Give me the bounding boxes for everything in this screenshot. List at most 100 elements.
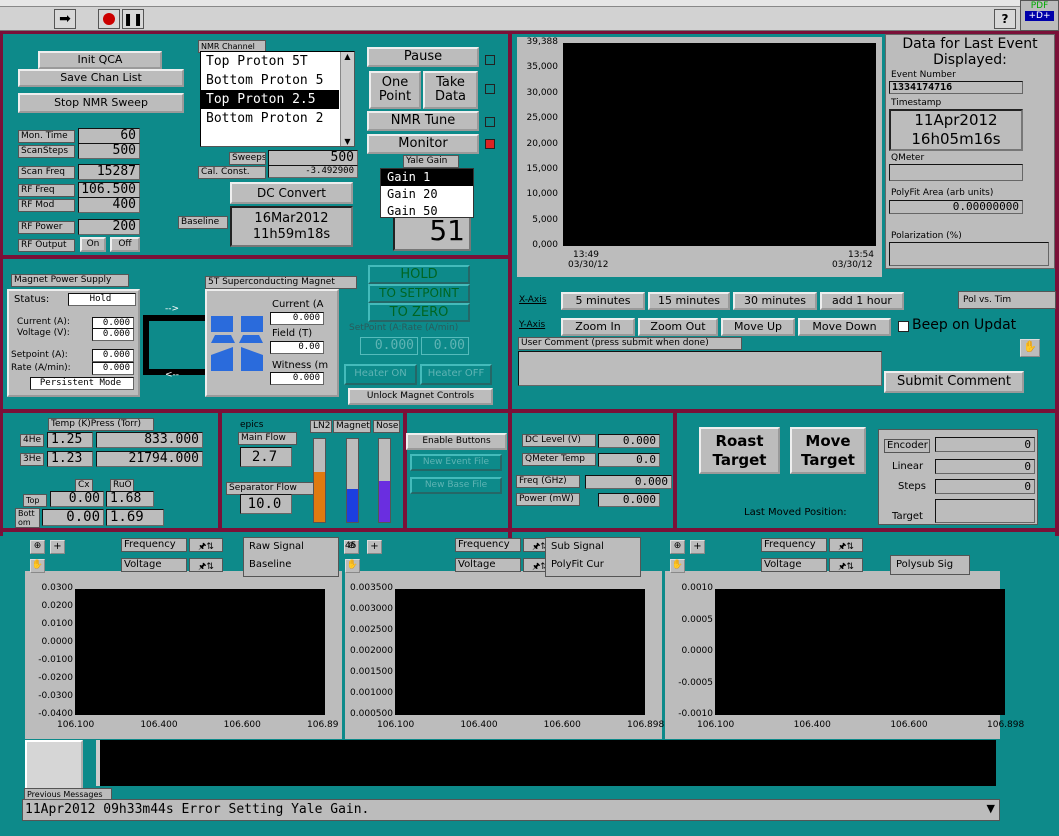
pan-hand-icon[interactable]: ✋ — [670, 559, 685, 573]
nmr-channel-item[interactable]: Bottom Proton 2 — [201, 109, 339, 128]
nmr-tune-button[interactable]: NMR Tune — [367, 111, 479, 131]
stop-button[interactable] — [98, 9, 120, 29]
plot-y-tick: 0.001500 — [350, 667, 393, 677]
beep-checkbox[interactable] — [898, 321, 909, 332]
nmr-channel-item[interactable]: Top Proton 2.5 — [201, 90, 339, 109]
message-field[interactable]: 11Apr2012 09h33m44s Error Setting Yale G… — [22, 799, 1000, 821]
rf-off-button[interactable]: Off — [110, 237, 140, 252]
zoom-in-button[interactable]: Zoom In — [561, 318, 635, 336]
baseline-time: 11h59m18s — [252, 227, 331, 242]
monitor-button[interactable]: Monitor — [367, 134, 479, 154]
crosshair-icon[interactable]: + — [690, 540, 705, 554]
nmr-channel-scrollbar[interactable]: ▲ ▼ — [340, 52, 354, 146]
nmr-channel-list[interactable]: Top Proton 5T Bottom Proton 5 Top Proton 2… — [200, 51, 355, 147]
one-point-button[interactable]: One Point — [369, 71, 421, 109]
plot-y-tick: 0.0000 — [681, 646, 714, 656]
param-field[interactable]: 500 — [78, 143, 140, 159]
yale-gain-list[interactable]: Gain 1 Gain 20 Gain 50 — [380, 168, 474, 218]
ps-setpoint-field[interactable]: 0.000 — [92, 349, 134, 362]
menu-bar — [0, 0, 1059, 7]
epics-title: epics — [240, 420, 264, 430]
setpoint-field[interactable]: 0.000 — [360, 337, 418, 355]
cursor-lock-icon[interactable]: 🖈⇅ — [189, 558, 223, 572]
strip-x-start-date: 03/30/12 — [568, 260, 609, 270]
heater-on-button[interactable]: Heater ON — [344, 364, 417, 385]
gain-option[interactable]: Gain 20 — [381, 186, 473, 203]
nmr-channel-item[interactable]: Bottom Proton 5 — [201, 71, 339, 90]
x-axis-label: X-Axis — [517, 295, 555, 306]
strip-y-tick: 20,000 — [526, 138, 559, 149]
zoom-icon[interactable]: ⊕ — [30, 540, 45, 554]
init-qca-button[interactable]: Init QCA — [38, 51, 162, 69]
plot-x-tick: 106.400 — [140, 720, 178, 730]
cursor-lock-icon[interactable]: 🖈⇅ — [189, 538, 223, 552]
take-data-button[interactable]: Take Data — [423, 71, 478, 109]
roast-target-button[interactable]: Roast Target — [699, 427, 780, 474]
enable-buttons-button[interactable]: Enable Buttons — [406, 433, 507, 450]
run-arrow-button[interactable]: ➡ — [54, 9, 76, 29]
corner-stamp: +D+ — [1025, 11, 1054, 21]
rf-on-button[interactable]: On — [80, 237, 106, 252]
hold-button[interactable]: HOLD — [368, 265, 470, 284]
sweeps-field[interactable]: 500 — [268, 150, 358, 166]
crosshair-icon[interactable]: + — [50, 540, 65, 554]
param-field[interactable]: 400 — [78, 197, 140, 213]
help-button[interactable]: ? — [994, 9, 1016, 29]
sc-field-label: Field (T) — [272, 328, 313, 339]
move-up-button[interactable]: Move Up — [721, 318, 795, 336]
plot-y-tick: -0.0200 — [38, 673, 73, 683]
cal-const-field[interactable]: -3.492900 — [268, 165, 358, 178]
rate-field[interactable]: 0.00 — [421, 337, 469, 355]
pan-hand-icon[interactable]: ✋ — [345, 559, 360, 573]
plot-legend: Raw Signal Baseline — [243, 537, 339, 577]
unlock-magnet-button[interactable]: Unlock Magnet Controls — [348, 388, 493, 405]
add-1-hour-button[interactable]: add 1 hour — [820, 292, 904, 310]
pause-button[interactable]: ❚❚ — [122, 9, 144, 29]
pol-vs-time-legend[interactable]: Pol vs. Tim — [958, 291, 1056, 309]
x-30min-button[interactable]: 30 minutes — [733, 292, 817, 310]
zoom-out-button[interactable]: Zoom Out — [638, 318, 718, 336]
pan-hand-icon[interactable]: ✋ — [30, 559, 45, 573]
previous-messages-button[interactable] — [25, 740, 83, 790]
rf-output-label: RF Output — [18, 239, 75, 252]
save-chan-list-button[interactable]: Save Chan List — [18, 69, 184, 87]
strip-y-tick: 15,000 — [526, 163, 559, 174]
pan-hand-icon[interactable]: ✋ — [1020, 339, 1040, 357]
move-target-button[interactable]: Move Target — [790, 427, 866, 474]
param-field[interactable]: 106.500 — [78, 182, 140, 198]
readout-label: Power (mW) — [516, 493, 580, 506]
scroll-up-icon: ▲ — [344, 52, 351, 61]
ps-status-field: Hold — [68, 293, 136, 306]
cursor-lock-icon[interactable]: 🖈⇅ — [829, 558, 863, 572]
x-5min-button[interactable]: 5 minutes — [561, 292, 645, 310]
dc-convert-button[interactable]: DC Convert — [230, 182, 353, 204]
x-15min-button[interactable]: 15 minutes — [648, 292, 730, 310]
param-field[interactable]: 15287 — [78, 164, 140, 180]
crosshair-icon[interactable]: + — [367, 540, 382, 554]
plot-y-tick: 0.001000 — [350, 688, 393, 698]
move-down-button[interactable]: Move Down — [798, 318, 891, 336]
pause-run-button[interactable]: Pause — [367, 47, 479, 67]
top-ruo: 1.68 — [106, 491, 154, 507]
submit-comment-button[interactable]: Submit Comment — [884, 371, 1024, 393]
ps-rate-field[interactable]: 0.000 — [92, 362, 134, 375]
gain-option[interactable]: Gain 50 — [381, 203, 473, 217]
param-field[interactable]: 60 — [78, 128, 140, 144]
strip-y-tick: 30,000 — [526, 87, 559, 98]
cursor-lock-icon[interactable]: 🖈⇅ — [829, 538, 863, 552]
to-setpoint-button[interactable]: TO SETPOINT — [368, 284, 470, 303]
target-field[interactable] — [935, 499, 1035, 523]
user-comment-input[interactable] — [518, 351, 882, 386]
new-base-file-button[interactable]: New Base File — [410, 477, 502, 494]
to-zero-button[interactable]: TO ZERO — [368, 303, 470, 322]
separator — [0, 409, 1059, 413]
gain-option[interactable]: Gain 1 — [381, 169, 473, 186]
stop-nmr-sweep-button[interactable]: Stop NMR Sweep — [18, 93, 184, 113]
nmr-channel-item[interactable]: Top Proton 5T — [201, 52, 339, 71]
zoom-icon[interactable]: ⊕ — [670, 540, 685, 554]
plot-x-tick: 106.100 — [697, 720, 735, 730]
heater-off-button[interactable]: Heater OFF — [420, 364, 492, 385]
new-event-file-button[interactable]: New Event File — [410, 454, 502, 471]
separator — [0, 31, 3, 536]
param-field[interactable]: 200 — [78, 219, 140, 235]
